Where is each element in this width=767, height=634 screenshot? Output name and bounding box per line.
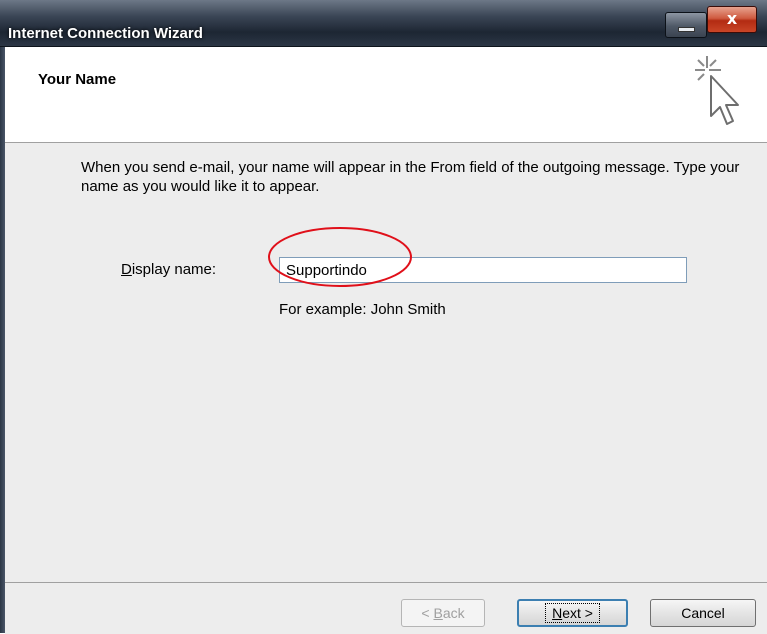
back-button[interactable]: < Back (401, 599, 485, 627)
minimize-button[interactable] (665, 12, 707, 38)
next-button[interactable]: Next > (517, 599, 628, 627)
window-title: Internet Connection Wizard (8, 25, 203, 42)
display-name-label-rest: isplay name: (131, 261, 217, 278)
wizard-cursor-icon (695, 56, 739, 125)
wizard-footer: < Back Next > Cancel (5, 582, 767, 634)
wizard-header: Your Name (5, 47, 767, 143)
cancel-button-label: Cancel (681, 605, 725, 621)
close-button[interactable]: x (707, 6, 757, 33)
description-text: When you send e-mail, your name will app… (81, 159, 740, 195)
example-hint: For example: John Smith (279, 301, 446, 318)
page-title: Your Name (38, 71, 117, 88)
title-bar[interactable]: Internet Connection Wizard x (0, 0, 767, 47)
wizard-window: Internet Connection Wizard x Your Name W… (0, 0, 767, 634)
display-name-input[interactable] (279, 257, 687, 283)
minimize-icon (678, 27, 695, 32)
display-name-label: Display name: (121, 261, 216, 278)
close-icon: x (726, 9, 738, 28)
display-name-mnemonic: D (121, 261, 132, 278)
wizard-body: When you send e-mail, your name will app… (5, 143, 767, 582)
cancel-button[interactable]: Cancel (650, 599, 756, 627)
next-button-label: Next > (545, 603, 600, 623)
back-button-label: < Back (421, 605, 465, 621)
